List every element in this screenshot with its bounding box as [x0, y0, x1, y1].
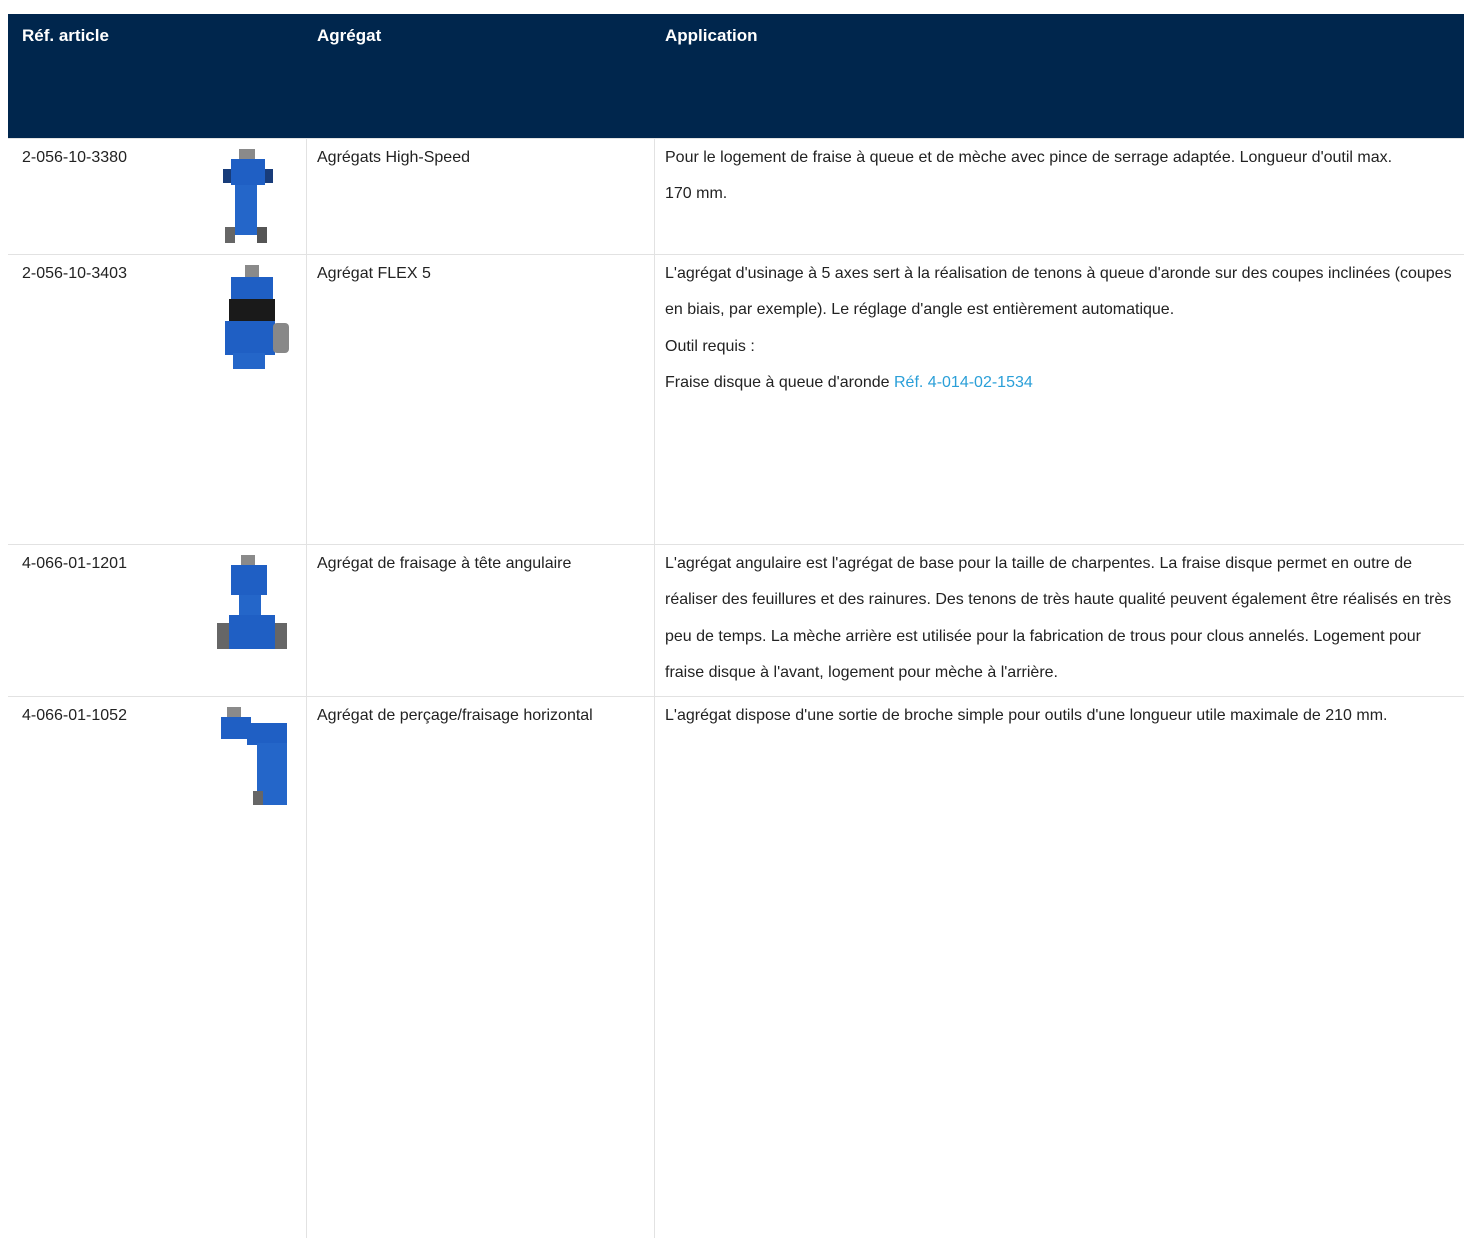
aggregate-cell: Agrégats High-Speed — [317, 149, 470, 166]
ref-cell: 2-056-10-3380 — [22, 149, 127, 166]
horizontal-drill-aggregate-image — [213, 705, 293, 814]
application-cell: Pour le logement de fraise à queue et de… — [665, 140, 1455, 213]
application-text: Fraise disque à queue d'aronde — [665, 373, 894, 391]
header-aggregate: Agrégat — [317, 26, 382, 45]
application-text: L'agrégat angulaire est l'agrégat de bas… — [665, 555, 1452, 681]
high-speed-aggregate-image — [213, 147, 283, 256]
application-text: L'agrégat d'usinage à 5 axes sert à la r… — [665, 265, 1452, 319]
application-text: Outil requis : — [665, 337, 755, 355]
application-text: Fraise disque à queue d'aronde Réf. 4-01… — [665, 365, 1455, 401]
application-text: Pour le logement de fraise à queue et de… — [665, 149, 1393, 166]
table-row: 4-066-01-1201 Agrégat de fraisage à tête… — [8, 544, 1464, 696]
table-header: Réf. article Agrégat Application — [8, 14, 1464, 138]
ref-cell: 4-066-01-1052 — [22, 707, 127, 724]
aggregate-cell: Agrégat de fraisage à tête angulaire — [317, 555, 572, 572]
header-application: Application — [665, 26, 758, 45]
aggregate-cell: Agrégat FLEX 5 — [317, 265, 431, 282]
application-text: L'agrégat dispose d'une sortie de broche… — [665, 707, 1388, 724]
ref-cell: 2-056-10-3403 — [22, 265, 127, 282]
application-cell: L'agrégat dispose d'une sortie de broche… — [665, 698, 1455, 734]
angular-head-aggregate-image — [213, 553, 289, 670]
application-cell: L'agrégat angulaire est l'agrégat de bas… — [665, 546, 1455, 691]
table-row: 2-056-10-3380 Agrégats High-Speed Pour l… — [8, 138, 1464, 254]
application-text: 170 mm. — [665, 185, 728, 203]
flex5-aggregate-image — [213, 263, 293, 378]
table-row: 2-056-10-3403 Agrégat FLEX 5 L'agrégat d… — [8, 254, 1464, 544]
ref-cell: 4-066-01-1201 — [22, 555, 127, 572]
tool-link[interactable]: Réf. 4-014-02-1534 — [894, 374, 1033, 391]
header-ref: Réf. article — [22, 26, 109, 45]
application-cell: L'agrégat d'usinage à 5 axes sert à la r… — [665, 256, 1455, 401]
aggregate-cell: Agrégat de perçage/fraisage horizontal — [317, 707, 593, 724]
table-row: 4-066-01-1052 Agrégat de perçage/fraisag… — [8, 696, 1464, 1236]
